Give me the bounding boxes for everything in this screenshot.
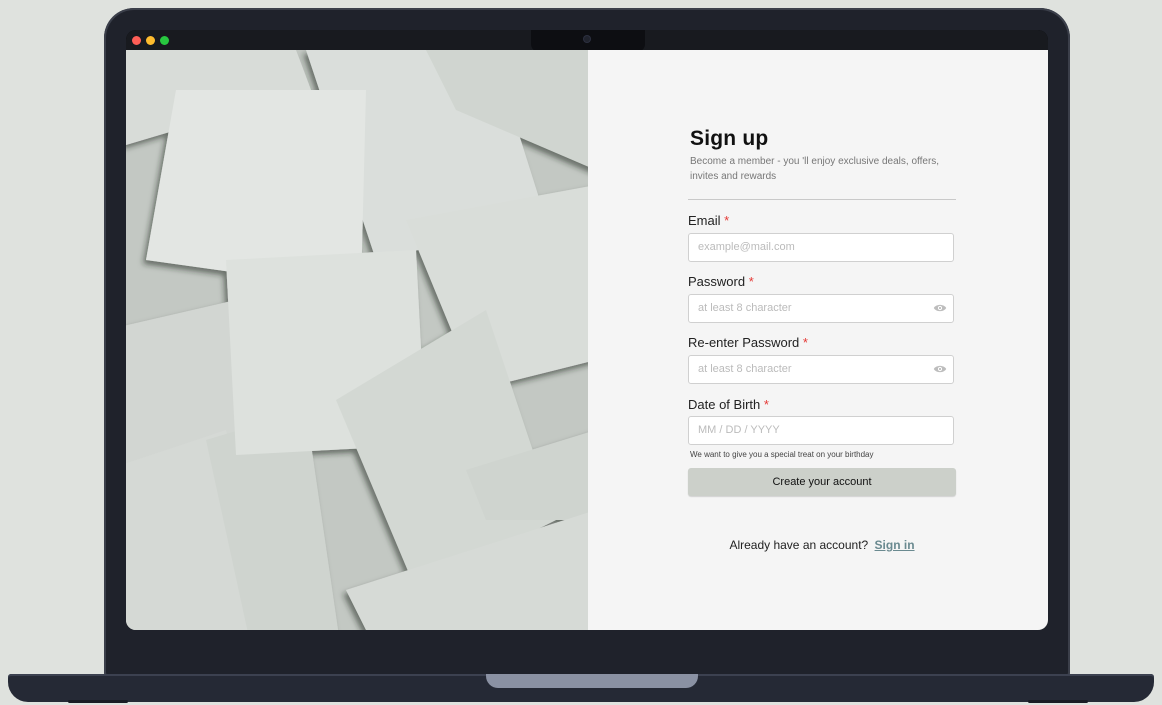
create-account-button[interactable]: Create your account — [688, 468, 956, 496]
laptop-foot — [1028, 700, 1088, 703]
reenter-password-label-text: Re-enter Password — [688, 335, 800, 350]
reenter-password-label: Re-enter Password * — [688, 335, 808, 350]
date-of-birth-field[interactable]: MM / DD / YYYY — [688, 416, 954, 445]
date-of-birth-label: Date of Birth * — [688, 397, 769, 412]
page-title: Sign up — [690, 127, 769, 150]
password-field[interactable]: at least 8 character — [688, 294, 954, 323]
required-mark: * — [748, 274, 754, 289]
laptop-foot — [68, 700, 128, 703]
signin-link[interactable]: Sign in — [875, 538, 915, 552]
laptop-hinge — [486, 674, 698, 688]
camera-notch — [531, 30, 645, 52]
signup-panel: Sign up Become a member - you 'll enjoy … — [588, 50, 1048, 630]
laptop-screen: Sign up Become a member - you 'll enjoy … — [126, 30, 1048, 630]
email-placeholder: example@mail.com — [698, 241, 795, 253]
password-label: Password * — [688, 274, 754, 289]
email-field[interactable]: example@mail.com — [688, 233, 954, 262]
password-placeholder: at least 8 character — [698, 302, 792, 314]
date-of-birth-placeholder: MM / DD / YYYY — [698, 424, 780, 436]
page-subtitle: Become a member - you 'll enjoy exclusiv… — [690, 156, 940, 182]
reenter-password-placeholder: at least 8 character — [698, 363, 792, 375]
email-label-text: Email — [688, 213, 721, 228]
minimize-window-button[interactable] — [146, 36, 155, 45]
eye-icon[interactable] — [933, 303, 947, 313]
eye-icon[interactable] — [933, 364, 947, 374]
camera-icon — [584, 36, 590, 42]
password-label-text: Password — [688, 274, 746, 289]
required-mark: * — [724, 213, 730, 228]
reenter-password-field[interactable]: at least 8 character — [688, 355, 954, 384]
signin-prompt: Already have an account? — [729, 538, 869, 552]
close-window-button[interactable] — [132, 36, 141, 45]
maximize-window-button[interactable] — [160, 36, 169, 45]
laptop-base — [8, 674, 1154, 703]
divider — [688, 199, 956, 200]
birthday-hint: We want to give you a special treat on y… — [690, 450, 874, 459]
required-mark: * — [763, 397, 769, 412]
signin-row: Already have an account? Sign in — [688, 538, 956, 552]
email-label: Email * — [688, 213, 729, 228]
required-mark: * — [802, 335, 808, 350]
paper-cards-photo — [126, 50, 588, 630]
laptop-lid: Sign up Become a member - you 'll enjoy … — [104, 8, 1070, 680]
date-of-birth-label-text: Date of Birth — [688, 397, 761, 412]
